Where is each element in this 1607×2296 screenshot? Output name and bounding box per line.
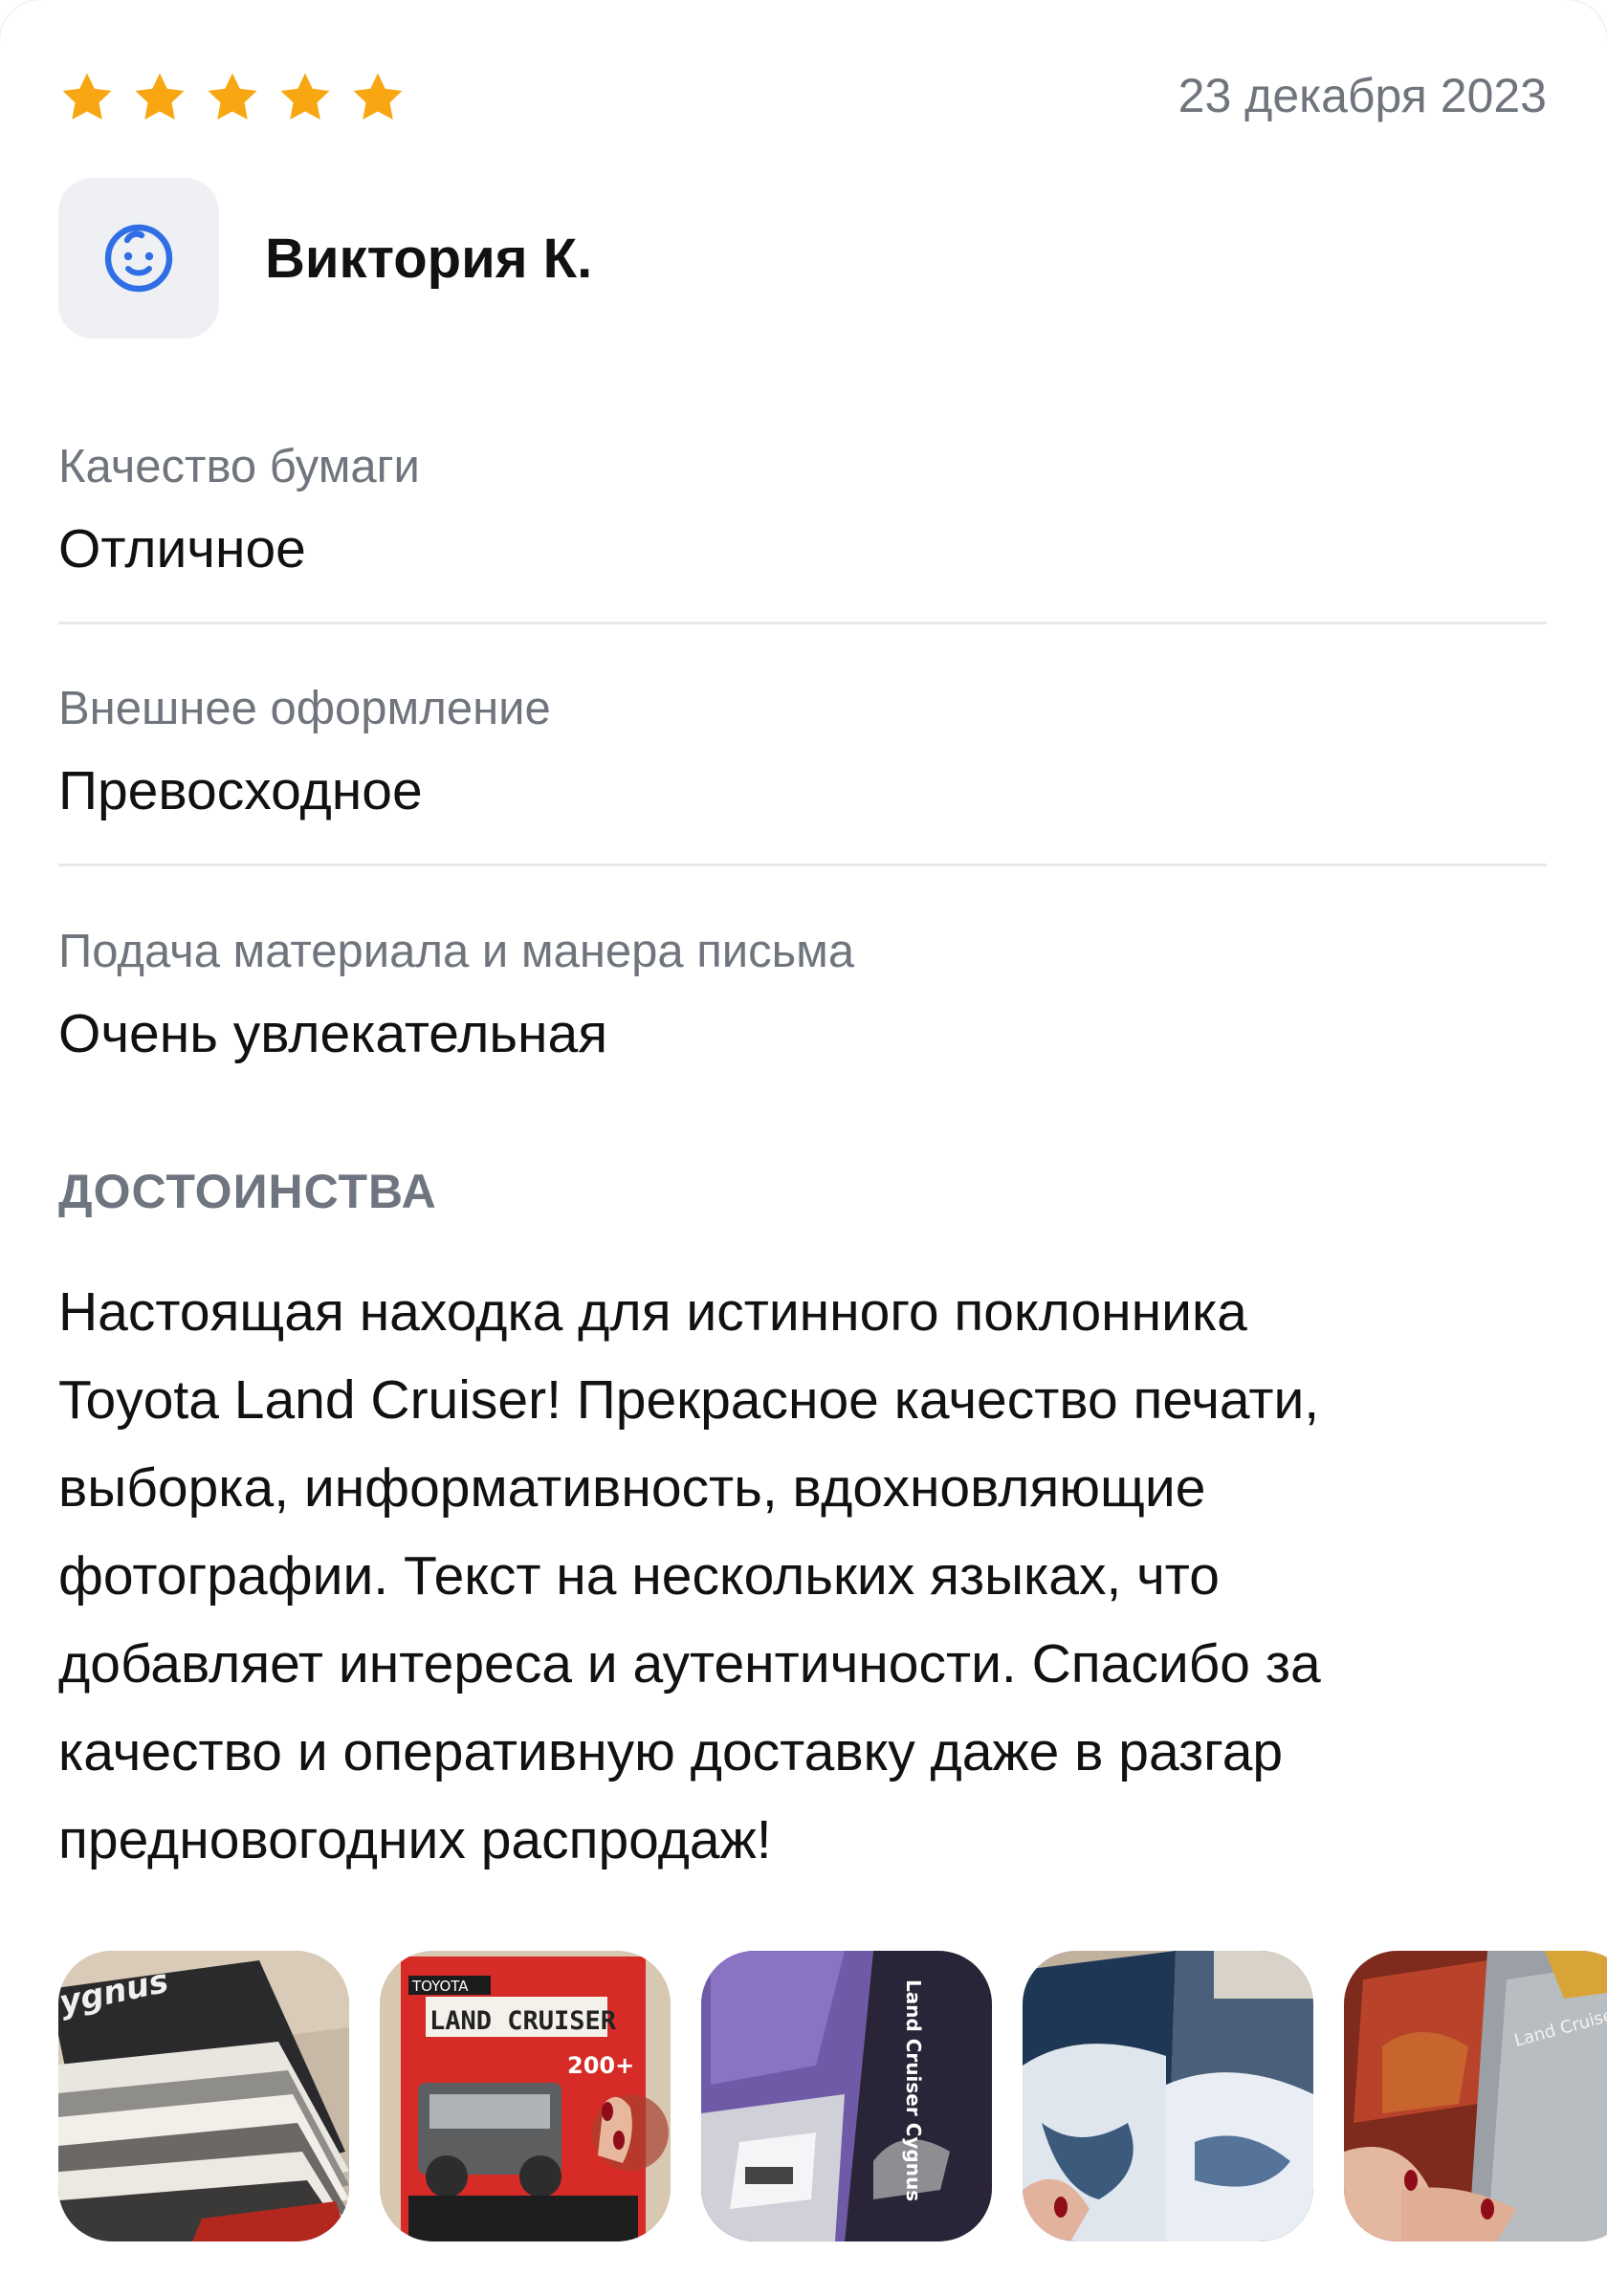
pros-text-line: добавляет интереса и аутентичности. Спас… <box>58 1633 1321 1695</box>
attribute-label: Внешнее оформление <box>58 683 551 734</box>
star-icon <box>280 73 330 120</box>
pros-title: ДОСТОИНСТВА <box>58 1165 437 1218</box>
attribute-label: Качество бумаги <box>58 441 420 492</box>
review-date: 23 декабря 2023 <box>1178 69 1547 122</box>
baby-face-icon <box>104 224 173 293</box>
review-photo-5[interactable]: Land Cruiser <box>1344 1951 1607 2241</box>
review-photo-1[interactable]: ygnus <box>58 1951 349 2241</box>
divider <box>58 622 1547 624</box>
star-icon <box>353 73 403 120</box>
book-cover-image: TOYOTA LAND CRUISER 200+ <box>380 1951 671 2241</box>
avatar[interactable] <box>58 178 219 339</box>
review-photo-2[interactable]: TOYOTA LAND CRUISER 200+ <box>380 1951 671 2241</box>
attribute-value: Превосходное <box>58 760 423 821</box>
attribute-value: Очень увлекательная <box>58 1003 608 1064</box>
svg-text:LAND CRUISER: LAND CRUISER <box>429 2006 617 2036</box>
pros-text: Настоящая находка для истинного поклонни… <box>58 1268 1551 1884</box>
star-icon <box>208 73 257 120</box>
pros-text-line: фотографии. Текст на нескольких языках, … <box>58 1545 1220 1607</box>
book-spread-image: Land Cruiser <box>1344 1951 1607 2241</box>
svg-text:200+: 200+ <box>567 2052 634 2079</box>
star-icon <box>135 73 185 120</box>
pros-text-line: выборка, информативность, вдохновляющие <box>58 1457 1206 1519</box>
svg-text:TOYOTA: TOYOTA <box>411 1978 469 1995</box>
attribute-value: Отличное <box>58 518 306 579</box>
svg-text:Land Cruiser Cygnus: Land Cruiser Cygnus <box>902 1979 925 2201</box>
review-photo-4[interactable] <box>1023 1951 1313 2241</box>
review-header: 23 декабря 2023 <box>58 63 1547 132</box>
review-author[interactable]: Виктория К. <box>58 178 592 339</box>
book-spread-image: Land Cruiser Cygnus <box>701 1951 992 2241</box>
author-name[interactable]: Виктория К. <box>265 227 592 291</box>
review-photo-3[interactable]: Land Cruiser Cygnus <box>701 1951 992 2241</box>
review-photos: ygnus TOYOTA LAND CRUISER 200+ Land Crui… <box>58 1951 1607 2241</box>
pros-text-line: Настоящая находка для истинного поклонни… <box>58 1281 1247 1343</box>
attribute-writing-style: Подача материала и манера письма Очень у… <box>58 923 1547 1066</box>
attribute-design: Внешнее оформление Превосходное <box>58 680 1547 823</box>
pros-text-line: предновогодних распродаж! <box>58 1809 772 1870</box>
review-card: 23 декабря 2023 Виктория К. Качество бум… <box>0 0 1607 2296</box>
pros-text-line: Toyota Land Cruiser! Прекрасное качество… <box>58 1369 1320 1431</box>
pros-text-line: качество и оперативную доставку даже в р… <box>58 1721 1284 1782</box>
book-pages-image: ygnus <box>58 1951 349 2241</box>
attribute-paper-quality: Качество бумаги Отличное <box>58 438 1547 581</box>
star-icon <box>62 73 112 120</box>
book-spread-image <box>1023 1951 1313 2241</box>
attribute-label: Подача материала и манера письма <box>58 926 855 977</box>
divider <box>58 864 1547 866</box>
